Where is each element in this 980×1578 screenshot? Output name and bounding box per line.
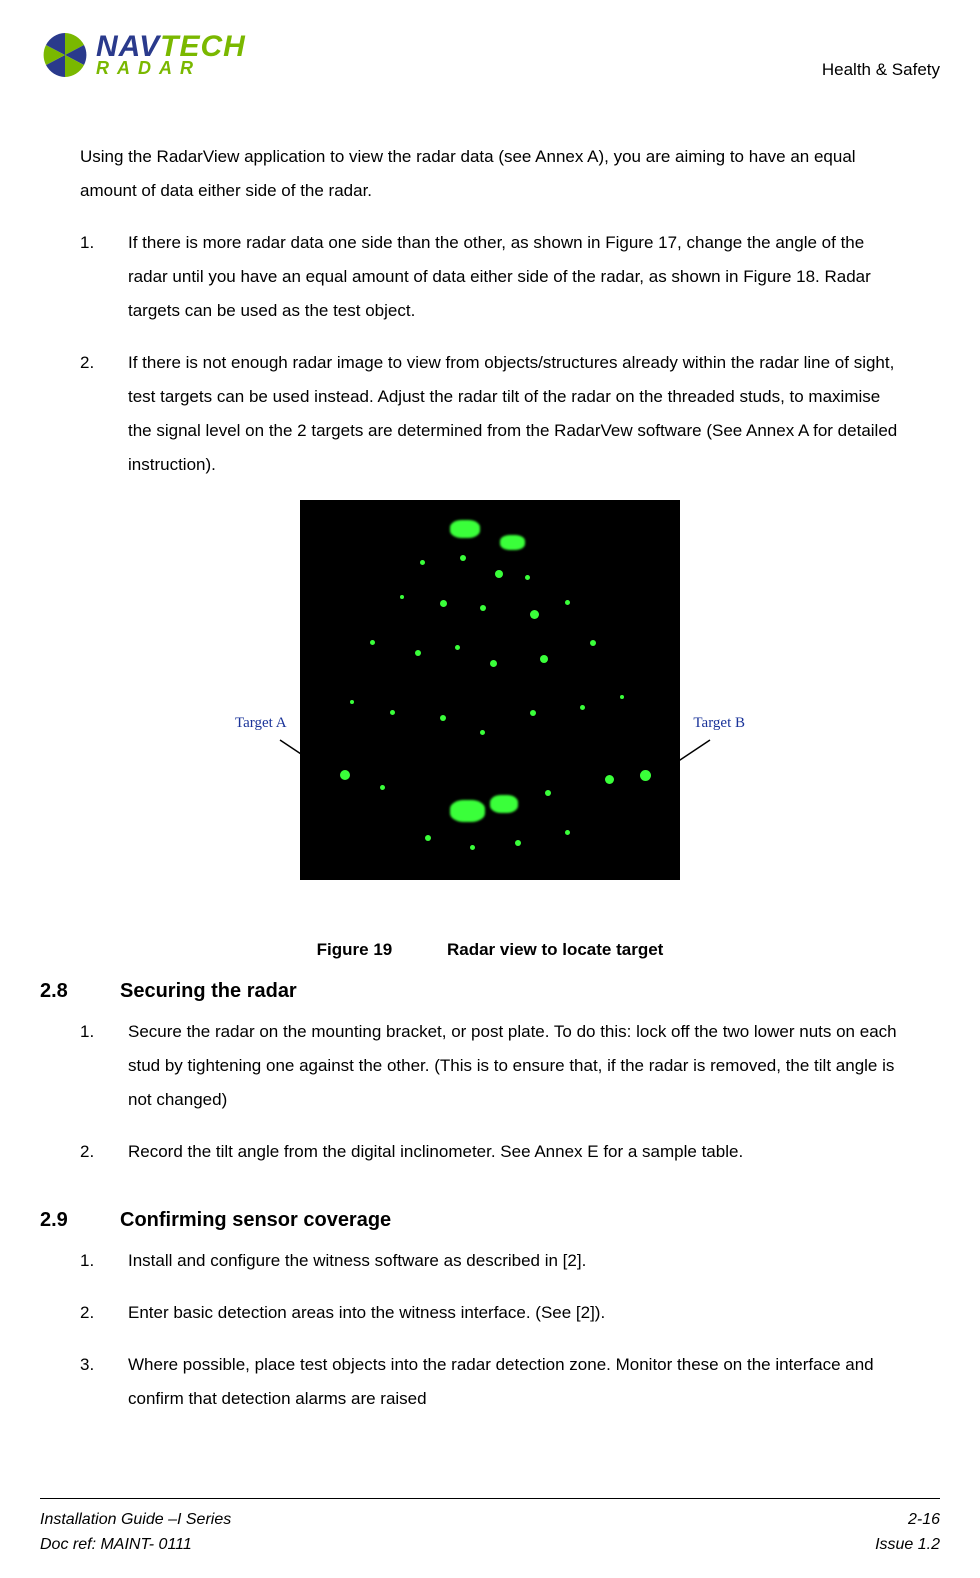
section-title: Securing the radar: [120, 980, 297, 1003]
item-number: 2.: [80, 1135, 128, 1169]
item-text: Install and configure the witness softwa…: [128, 1244, 900, 1278]
header-section-label: Health & Safety: [822, 60, 940, 80]
list-item: 2. If there is not enough radar image to…: [80, 346, 900, 482]
arrow-a-icon: [265, 735, 355, 790]
item-number: 1.: [80, 1244, 128, 1278]
footer-guide-title: Installation Guide –I Series: [40, 1507, 231, 1533]
radar-screenshot: [300, 500, 680, 880]
footer-issue: Issue 1.2: [875, 1532, 940, 1558]
list-item: 3. Where possible, place test objects in…: [80, 1348, 900, 1416]
item-text: Record the tilt angle from the digital i…: [128, 1135, 900, 1169]
item-number: 2.: [80, 346, 128, 482]
target-a-label: Target A: [235, 715, 287, 732]
item-text: Secure the radar on the mounting bracket…: [128, 1015, 900, 1117]
figure-19: Target A Target B Figure 19 Radar view t…: [80, 500, 900, 960]
item-text: Enter basic detection areas into the wit…: [128, 1296, 900, 1330]
list-item: 1. If there is more radar data one side …: [80, 226, 900, 328]
list-item: 2. Enter basic detection areas into the …: [80, 1296, 900, 1330]
list-item: 1. Secure the radar on the mounting brac…: [80, 1015, 900, 1117]
arrow-b-icon: [635, 735, 725, 790]
list-item: 1. Install and configure the witness sof…: [80, 1244, 900, 1278]
page-content: Using the RadarView application to view …: [40, 140, 940, 1416]
page-footer: Installation Guide –I Series 2-16 Doc re…: [40, 1498, 940, 1558]
logo: NAVTECH RADAR: [40, 30, 246, 80]
item-number: 1.: [80, 1015, 128, 1117]
section-2-8-list: 1. Secure the radar on the mounting brac…: [80, 1015, 900, 1169]
list-item: 2. Record the tilt angle from the digita…: [80, 1135, 900, 1169]
radar-figure: Target A Target B: [235, 500, 745, 920]
caption-text: Radar view to locate target: [447, 940, 663, 959]
steps-list-a: 1. If there is more radar data one side …: [80, 226, 900, 482]
item-number: 1.: [80, 226, 128, 328]
footer-page-number: 2-16: [908, 1507, 940, 1533]
footer-doc-ref: Doc ref: MAINT- 0111: [40, 1532, 192, 1558]
item-text: If there is more radar data one side tha…: [128, 226, 900, 328]
section-2-9-list: 1. Install and configure the witness sof…: [80, 1244, 900, 1416]
logo-subtitle: RADAR: [96, 60, 246, 76]
section-number: 2.9: [40, 1209, 120, 1232]
figure-caption: Figure 19 Radar view to locate target: [80, 940, 900, 960]
section-title: Confirming sensor coverage: [120, 1209, 391, 1232]
target-b-label: Target B: [693, 715, 745, 732]
section-number: 2.8: [40, 980, 120, 1003]
logo-icon: [40, 30, 90, 80]
page-header: NAVTECH RADAR Health & Safety: [40, 30, 940, 80]
intro-paragraph: Using the RadarView application to view …: [80, 140, 900, 208]
item-text: If there is not enough radar image to vi…: [128, 346, 900, 482]
section-2-8-heading: 2.8 Securing the radar: [40, 980, 900, 1003]
item-number: 3.: [80, 1348, 128, 1416]
item-number: 2.: [80, 1296, 128, 1330]
section-2-9-heading: 2.9 Confirming sensor coverage: [40, 1209, 900, 1232]
caption-number: Figure 19: [317, 940, 393, 959]
item-text: Where possible, place test objects into …: [128, 1348, 900, 1416]
